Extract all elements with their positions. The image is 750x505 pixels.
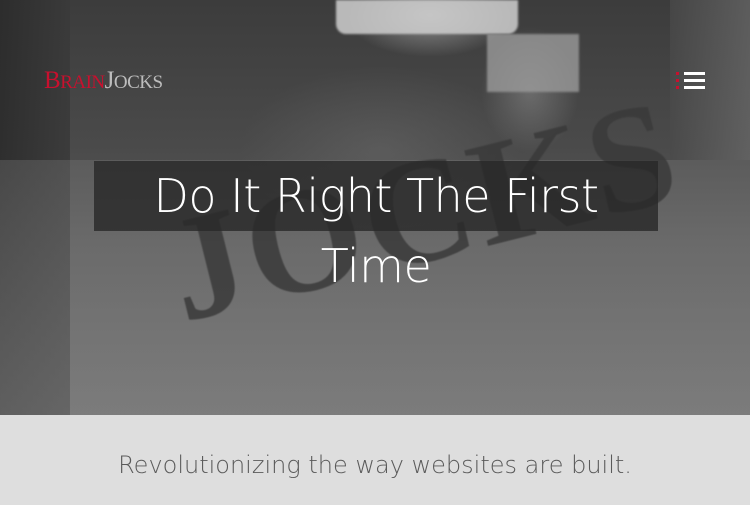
tagline-section: Revolutionizing the way websites are bui… bbox=[0, 415, 750, 505]
logo-brain-rest: RAIN bbox=[60, 72, 105, 93]
logo-jocks-initial: J bbox=[104, 67, 115, 94]
hamburger-menu-icon[interactable] bbox=[676, 72, 706, 92]
hero-section: JOCKS BRAINJOCKS Do It Right The First T… bbox=[0, 0, 750, 415]
logo-jocks-rest: OCKS bbox=[113, 72, 163, 93]
background-ceiling-lamp bbox=[336, 0, 518, 34]
headline-box: Do It Right The First Time bbox=[94, 161, 658, 293]
brainjocks-logo[interactable]: BRAINJOCKS bbox=[44, 67, 163, 95]
logo-brain-initial: B bbox=[44, 67, 61, 94]
background-screen bbox=[487, 34, 579, 92]
page-headline: Do It Right The First Time bbox=[153, 169, 599, 293]
tagline-text: Revolutionizing the way websites are bui… bbox=[118, 451, 632, 479]
